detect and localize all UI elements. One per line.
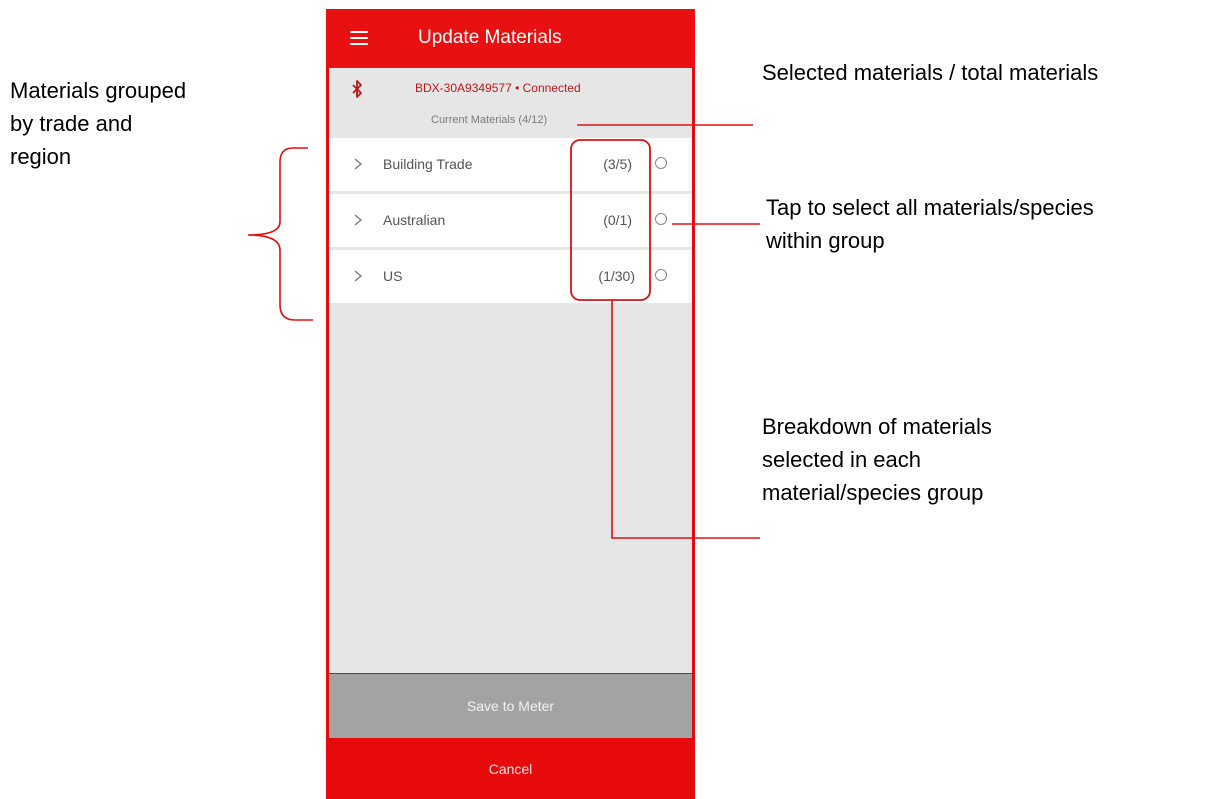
annotation-tap-select: Tap to select all materials/species with… xyxy=(766,191,1094,257)
annotation-line: within group xyxy=(766,228,885,253)
group-count: (1/30) xyxy=(598,268,635,284)
chevron-right-icon[interactable] xyxy=(351,212,365,228)
group-name: Building Trade xyxy=(383,156,473,172)
group-name: US xyxy=(383,268,403,284)
page-title: Update Materials xyxy=(418,27,562,48)
annotation-line: Tap to select all materials/species xyxy=(766,195,1094,220)
cancel-button[interactable]: Cancel xyxy=(326,738,695,799)
group-name: Australian xyxy=(383,212,446,228)
group-brace xyxy=(247,147,313,321)
annotation-grouped: Materials grouped by trade and region xyxy=(10,74,186,173)
annotation-line: Materials grouped xyxy=(10,78,187,103)
group-row-building-trade[interactable]: Building Trade (3/5) xyxy=(329,138,692,191)
hamburger-menu-icon[interactable] xyxy=(350,31,368,45)
connection-status: BDX-30A9349577 • Connected Current Mater… xyxy=(329,68,692,138)
annotation-line: Breakdown of materials xyxy=(762,414,992,439)
annotation-line: by trade and xyxy=(10,111,133,136)
annotation-line: material/species group xyxy=(762,480,984,505)
chevron-right-icon[interactable] xyxy=(351,156,365,172)
group-count: (3/5) xyxy=(603,156,632,172)
app-header: Update Materials xyxy=(326,9,695,68)
annotation-line: selected in each xyxy=(762,447,921,472)
select-group-radio[interactable] xyxy=(655,213,667,225)
phone-screen: Update Materials BDX-30A9349577 • Connec… xyxy=(326,9,695,799)
save-to-meter-button[interactable]: Save to Meter xyxy=(329,674,692,738)
current-materials-count: Current Materials (4/12) xyxy=(431,114,548,126)
annotation-breakdown: Breakdown of materials selected in each … xyxy=(762,410,992,509)
select-group-radio[interactable] xyxy=(655,157,667,169)
materials-panel: BDX-30A9349577 • Connected Current Mater… xyxy=(329,68,692,673)
group-row-us[interactable]: US (1/30) xyxy=(329,250,692,303)
annotation-selected-total: Selected materials / total materials xyxy=(762,56,1098,89)
annotation-line: region xyxy=(10,144,72,169)
select-group-radio[interactable] xyxy=(655,269,667,281)
chevron-right-icon[interactable] xyxy=(351,268,365,284)
annotation-line: Selected materials / total materials xyxy=(762,60,1099,85)
group-count: (0/1) xyxy=(603,212,632,228)
device-status-text: BDX-30A9349577 • Connected xyxy=(415,81,581,95)
group-row-australian[interactable]: Australian (0/1) xyxy=(329,194,692,247)
bluetooth-icon xyxy=(352,80,362,98)
